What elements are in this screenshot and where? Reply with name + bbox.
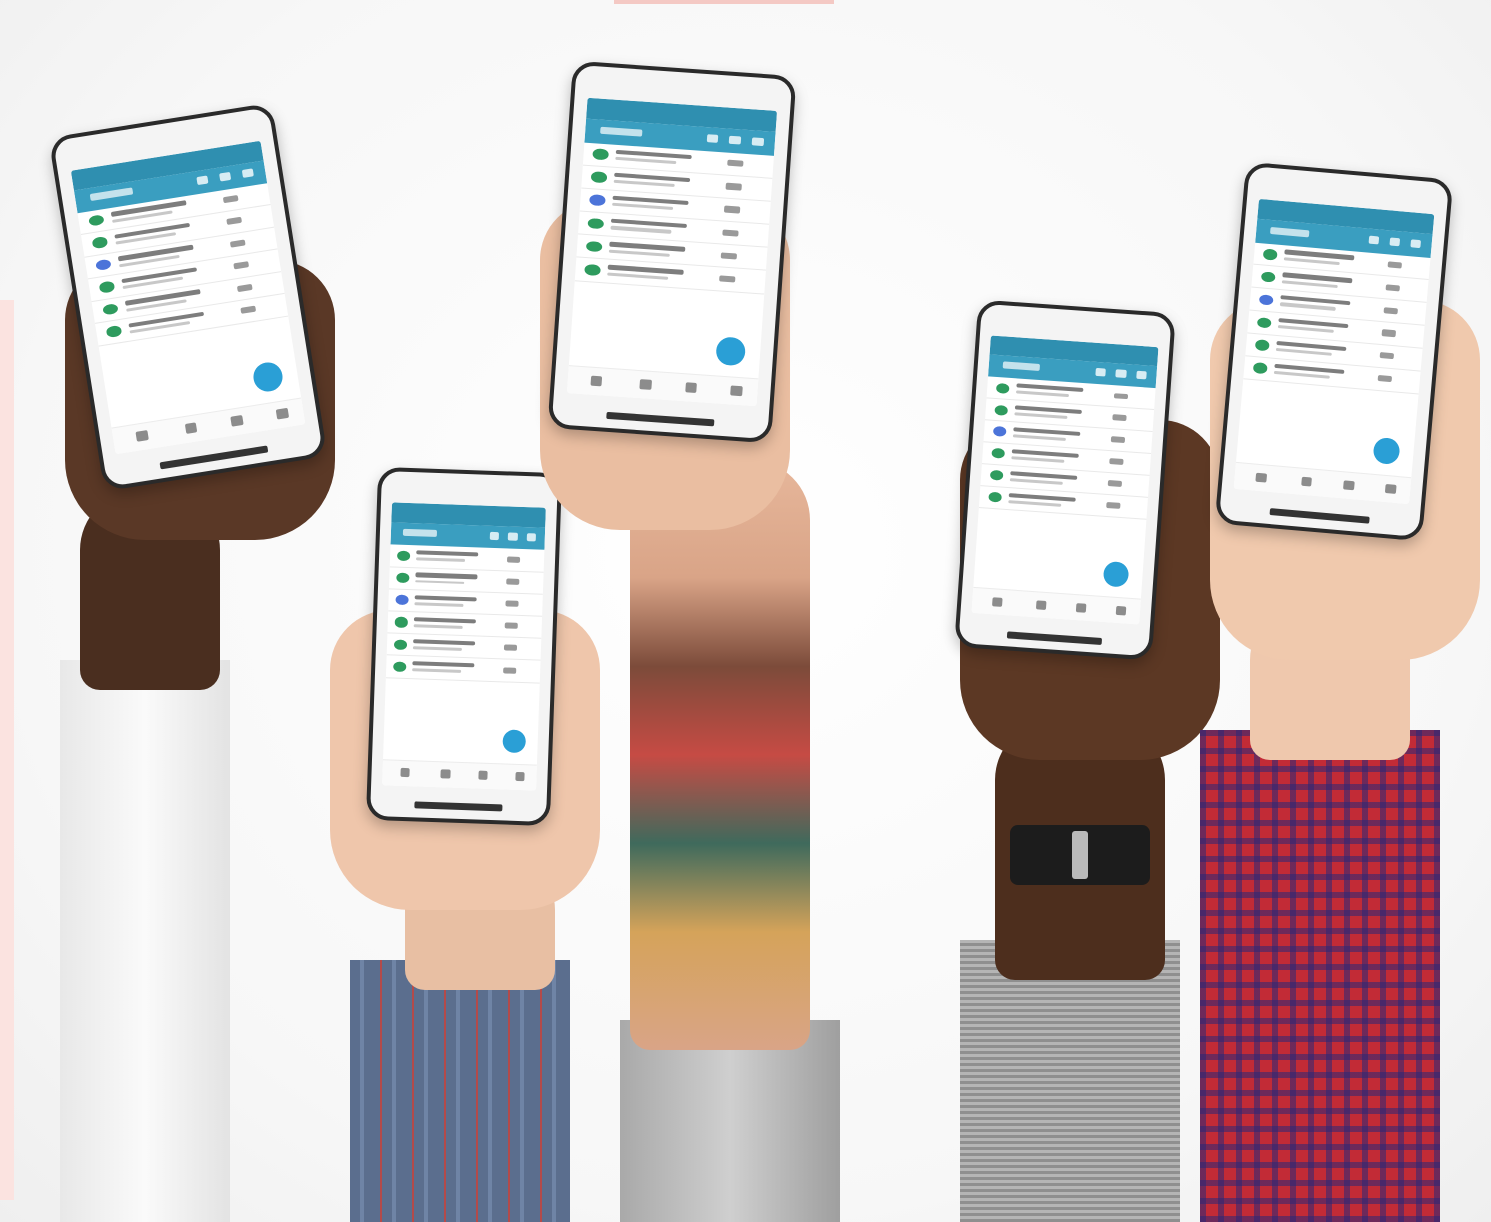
stock-photo-scene (0, 0, 1491, 1222)
top-accent-bar (614, 0, 834, 4)
sleeve-blue-plaid (350, 960, 570, 1222)
fab-add-icon (1371, 436, 1401, 466)
phone-screen (381, 502, 547, 791)
fab-add-icon (1102, 561, 1130, 588)
phone-screen (1233, 198, 1435, 505)
sleeve-grey-knit (960, 940, 1180, 1222)
forearm-3-tattooed (630, 460, 810, 1050)
left-accent-strip (0, 300, 14, 1200)
phone-screen (971, 335, 1159, 625)
fab-add-icon (251, 360, 285, 394)
phone-screen (70, 140, 306, 454)
phone-2 (365, 466, 563, 827)
fab-add-icon (715, 336, 747, 367)
sleeve-grey (620, 1020, 840, 1222)
phone-5 (1214, 161, 1454, 542)
phone-4 (954, 299, 1176, 661)
sleeve-white (60, 660, 230, 1222)
phone-screen (566, 98, 778, 406)
phone-3 (547, 60, 797, 444)
fab-add-icon (502, 729, 527, 754)
wristwatch (1010, 825, 1150, 885)
sleeve-red-plaid (1200, 730, 1440, 1222)
